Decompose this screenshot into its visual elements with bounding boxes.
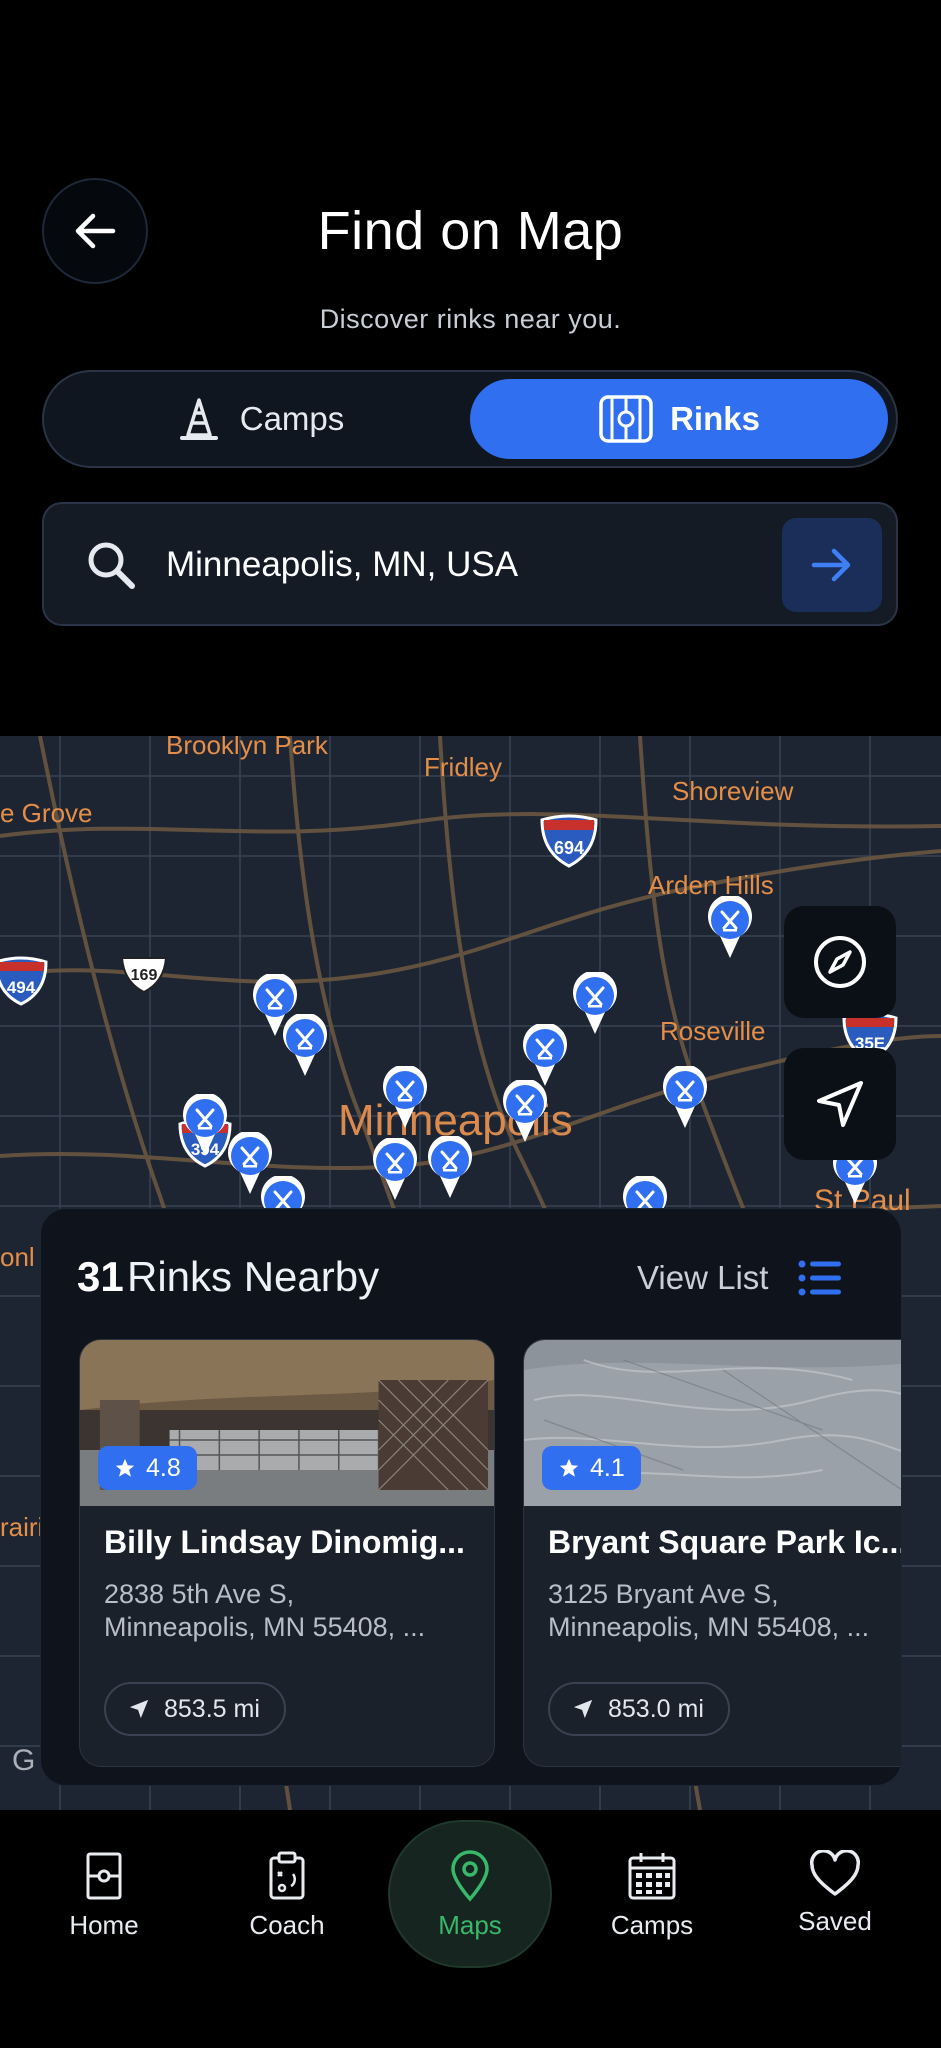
search-bar — [42, 502, 898, 626]
map-label: Roseville — [660, 1016, 766, 1046]
rink-pin-icon[interactable] — [660, 1066, 710, 1130]
toggle-camps-label: Camps — [239, 400, 345, 437]
search-submit-button[interactable] — [782, 518, 882, 612]
svg-text:169: 169 — [131, 967, 158, 984]
map-label: e Grove — [0, 798, 93, 828]
distance-value: 853.0 mi — [608, 1694, 704, 1723]
nav-label: Saved — [798, 1906, 872, 1936]
view-list-label: View List — [637, 1259, 769, 1296]
rink-name: Billy Lindsay Dinomig... — [104, 1524, 465, 1560]
nav-maps[interactable]: Maps — [390, 1850, 550, 1941]
navigation-arrow-icon — [129, 1699, 149, 1719]
nav-camps[interactable]: Camps — [572, 1850, 732, 1941]
cone-icon — [179, 398, 218, 440]
calendar-icon — [628, 1853, 676, 1900]
rink-pin-icon[interactable] — [370, 1138, 420, 1202]
rating-value: 4.8 — [146, 1453, 181, 1482]
clipboard-icon — [269, 1851, 305, 1900]
address-line-1: 2838 5th Ave S, — [104, 1579, 295, 1609]
rink-pin-icon[interactable] — [570, 972, 620, 1036]
distance-chip: 853.5 mi — [104, 1682, 286, 1736]
compass-button[interactable] — [784, 906, 896, 1018]
home-icon — [86, 1852, 122, 1900]
map-pin-icon — [451, 1850, 489, 1902]
page-title: Find on Map — [317, 201, 624, 261]
us-route-shield-icon: 169 — [120, 957, 168, 994]
navigation-arrow-icon — [817, 1081, 863, 1127]
rink-address: 3125 Bryant Ave S, Minneapolis, MN 55408… — [548, 1578, 901, 1644]
view-list-button[interactable]: View List — [637, 1259, 842, 1297]
my-location-button[interactable] — [784, 1048, 896, 1160]
rink-pin-icon[interactable] — [705, 896, 755, 960]
star-icon — [559, 1458, 579, 1477]
svg-text:494: 494 — [7, 978, 36, 997]
map-label: Shoreview — [672, 776, 794, 806]
nav-home[interactable]: Home — [24, 1850, 184, 1941]
map-label: rairi — [0, 1512, 44, 1542]
navigation-arrow-icon — [573, 1699, 593, 1719]
map-label: Fridley — [424, 752, 503, 782]
bottom-nav: Home Coach Maps Camps Saved — [0, 1810, 941, 2048]
toggle-rinks-label: Rinks — [670, 400, 760, 437]
search-input[interactable] — [166, 534, 686, 596]
shield-label: 694 — [554, 838, 584, 858]
rink-name: Bryant Square Park Ic... — [548, 1524, 902, 1560]
map-label: Brooklyn Park — [166, 736, 328, 760]
distance-value: 853.5 mi — [164, 1694, 260, 1723]
address-line-2: Minneapolis, MN 55408, ... — [548, 1612, 870, 1642]
address-line-2: Minneapolis, MN 55408, ... — [104, 1612, 426, 1642]
nav-saved[interactable]: Saved — [755, 1850, 915, 1937]
rink-icon — [599, 395, 653, 443]
interstate-shield-icon: 494 — [0, 956, 48, 1006]
nav-coach[interactable]: Coach — [207, 1850, 367, 1941]
nav-label: Camps — [610, 1910, 694, 1940]
rating-value: 4.1 — [590, 1453, 625, 1482]
toggle-camps[interactable]: Camps — [54, 379, 470, 459]
google-logo: G — [12, 1744, 36, 1777]
rink-pin-icon[interactable] — [380, 1066, 430, 1130]
rinks-count: 31 — [77, 1253, 124, 1300]
rink-pin-icon[interactable] — [425, 1136, 475, 1200]
rink-pin-icon[interactable] — [180, 1094, 230, 1158]
rinks-sheet: 31 Rinks Nearby View List 4.8 Billy Lind… — [40, 1208, 902, 1786]
search-icon — [84, 538, 138, 592]
compass-icon — [814, 936, 866, 988]
interstate-shield-icon: 694 — [540, 814, 598, 868]
toggle-rinks[interactable]: Rinks — [470, 379, 888, 459]
rink-card[interactable]: 4.1 Bryant Square Park Ic... 3125 Bryant… — [523, 1339, 902, 1767]
nav-label: Maps — [438, 1910, 502, 1940]
address-line-1: 3125 Bryant Ave S, — [548, 1579, 779, 1609]
map-label: onl — [0, 1242, 35, 1272]
nav-label: Coach — [249, 1910, 325, 1940]
rating-badge: 4.1 — [542, 1446, 641, 1490]
category-toggle: Camps Rinks — [42, 370, 898, 468]
sheet-title: Rinks Nearby — [127, 1253, 380, 1300]
star-icon — [115, 1458, 135, 1477]
list-icon — [798, 1260, 842, 1296]
nav-label: Home — [69, 1910, 139, 1940]
rink-pin-icon[interactable] — [500, 1080, 550, 1144]
rink-pin-icon[interactable] — [520, 1024, 570, 1088]
rink-card[interactable]: 4.8 Billy Lindsay Dinomig... 2838 5th Av… — [79, 1339, 495, 1767]
rating-badge: 4.8 — [98, 1446, 197, 1490]
rink-address: 2838 5th Ave S, Minneapolis, MN 55408, .… — [104, 1578, 476, 1644]
rink-pin-icon[interactable] — [280, 1014, 330, 1078]
heart-icon — [809, 1850, 861, 1896]
distance-chip: 853.0 mi — [548, 1682, 730, 1736]
page-subtitle: Discover rinks near you. — [319, 304, 622, 334]
arrow-right-icon — [811, 548, 851, 582]
